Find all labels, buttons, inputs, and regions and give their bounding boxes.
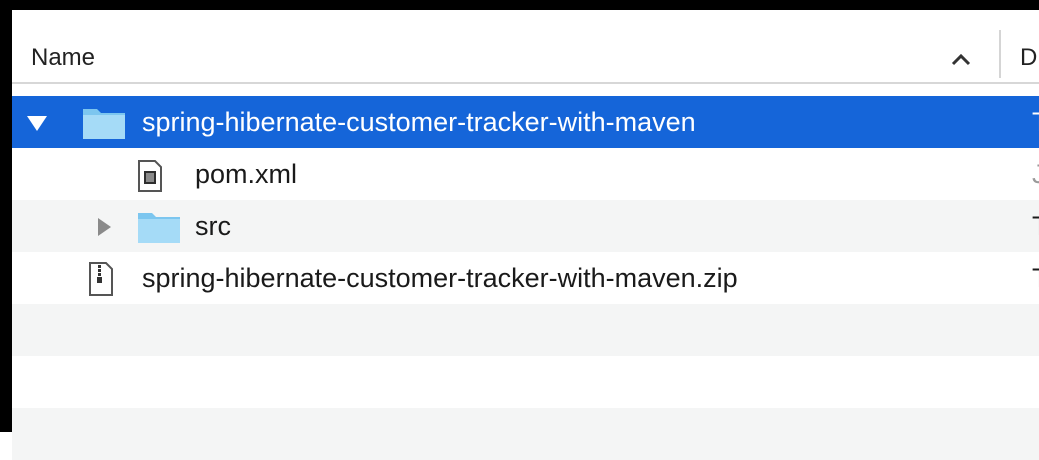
item-name: src <box>195 211 231 241</box>
list-item-folder-project[interactable]: spring-hibernate-customer-tracker-with-m… <box>12 96 1039 148</box>
item-kind-partial: T <box>1032 263 1039 293</box>
empty-row <box>12 408 1039 460</box>
disclosure-triangle-collapsed-icon[interactable] <box>95 216 113 238</box>
item-name: spring-hibernate-customer-tracker-with-m… <box>142 107 696 137</box>
date-column-header[interactable]: D <box>1020 44 1037 72</box>
list-header: Name D <box>12 10 1039 84</box>
sort-ascending-icon[interactable] <box>946 48 976 72</box>
item-name: spring-hibernate-customer-tracker-with-m… <box>142 263 738 293</box>
empty-row <box>12 304 1039 356</box>
folder-icon <box>138 213 180 243</box>
xml-file-icon <box>138 160 162 192</box>
item-kind-partial: T <box>1032 107 1039 137</box>
folder-icon <box>83 109 125 139</box>
column-divider[interactable] <box>999 30 1001 78</box>
item-name: pom.xml <box>195 159 298 189</box>
name-column-header[interactable]: Name <box>31 44 95 72</box>
list-item-file-zip[interactable]: spring-hibernate-customer-tracker-with-m… <box>12 252 1039 304</box>
zip-file-icon <box>89 262 113 296</box>
empty-row <box>12 356 1039 408</box>
list-item-file-pom[interactable]: pom.xml J <box>12 148 1039 200</box>
item-kind-partial: T <box>1032 211 1039 241</box>
item-kind-partial: J <box>1032 159 1039 189</box>
list-item-folder-src[interactable]: src T <box>12 200 1039 252</box>
disclosure-triangle-expanded-icon[interactable] <box>25 113 49 133</box>
